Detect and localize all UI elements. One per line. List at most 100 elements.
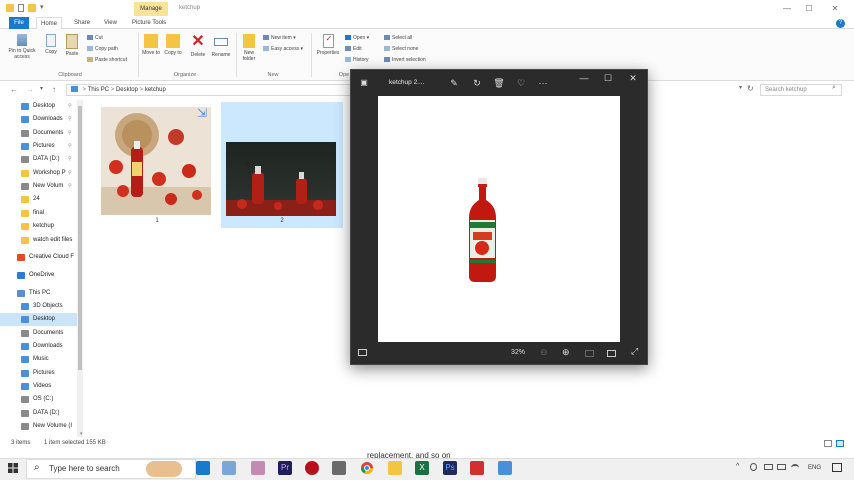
nav-item-this-pc-child[interactable]: OS (C:) (0, 393, 80, 406)
nav-item-this-pc-child[interactable]: Downloads (0, 340, 80, 353)
nav-item-quick-access[interactable]: DATA (D:) ⚲ (0, 153, 80, 166)
photos-app-icon[interactable]: ▣ (358, 77, 370, 89)
language-indicator[interactable]: ENG (808, 465, 821, 471)
battery-icon[interactable] (777, 464, 786, 470)
show-hidden-icons-icon[interactable]: ^ (736, 463, 739, 470)
file-item-selected[interactable]: 2 (221, 102, 343, 228)
nav-item-this-pc-child[interactable]: Pictures (0, 367, 80, 380)
photoshop-icon[interactable]: Ps (443, 461, 457, 475)
pin-quick-access-button[interactable]: Pin to Quick access (4, 34, 40, 60)
copy-button[interactable]: Copy (42, 34, 60, 55)
search-input[interactable]: Search ketchup (760, 84, 842, 96)
tab-share[interactable]: Share (70, 17, 94, 29)
new-folder-quick-icon[interactable] (28, 4, 36, 12)
tray-app-icon[interactable] (764, 464, 773, 470)
large-icons-view-icon[interactable] (836, 440, 844, 447)
nav-item-quick-access[interactable]: Pictures ⚲ (0, 140, 80, 153)
nav-item-this-pc-child[interactable]: DATA (D:) (0, 407, 80, 420)
move-to-button[interactable]: Move to (141, 34, 161, 56)
photos-icon[interactable] (498, 461, 512, 475)
address-dropdown-icon[interactable]: ▾ (739, 84, 742, 91)
properties-button[interactable]: ✓ Properties (314, 34, 342, 56)
more-options-icon[interactable]: ··· (537, 77, 549, 89)
wifi-icon[interactable] (791, 464, 799, 470)
properties-quick-icon[interactable] (18, 4, 24, 12)
tab-picture-tools[interactable]: Picture Tools (128, 17, 170, 29)
nav-item-this-pc-child[interactable]: Music (0, 353, 80, 366)
app-icon[interactable] (222, 461, 236, 475)
viewer-maximize-button[interactable]: ☐ (602, 72, 614, 84)
select-none-button[interactable]: Select none (384, 46, 418, 52)
nav-item-quick-access[interactable]: ketchup (0, 220, 80, 233)
paste-button[interactable]: Paste (62, 34, 82, 57)
tab-home[interactable]: Home (36, 17, 63, 29)
breadcrumb-ketchup[interactable]: ketchup (145, 87, 166, 93)
rename-button[interactable]: Rename (209, 34, 233, 58)
fit-window-icon[interactable] (607, 350, 616, 357)
address-bar[interactable]: > This PC > Desktop > ketchup (66, 84, 352, 96)
nav-item-onedrive[interactable]: OneDrive (0, 269, 80, 282)
excel-icon[interactable]: X (415, 461, 429, 475)
nav-item-quick-access[interactable]: Workshop P ⚲ (0, 167, 80, 180)
history-button[interactable]: History (345, 57, 369, 63)
new-item-button[interactable]: New item ▾ (263, 35, 296, 41)
edge-icon[interactable] (196, 461, 210, 475)
invert-selection-button[interactable]: Invert selection (384, 57, 426, 63)
customize-toolbar-icon[interactable]: ▾ (40, 3, 44, 11)
nav-item-creative-cloud[interactable]: Creative Cloud F (0, 251, 80, 264)
actual-size-icon[interactable] (585, 350, 594, 357)
manage-tab[interactable]: Manage (134, 2, 168, 16)
notifications-icon[interactable] (832, 463, 842, 472)
up-icon[interactable]: ↑ (52, 85, 56, 94)
delete-icon[interactable]: 🗑 (493, 77, 505, 89)
maximize-button[interactable]: ☐ (802, 3, 816, 15)
acrobat-icon[interactable] (470, 461, 484, 475)
chrome-icon[interactable] (360, 461, 374, 475)
delete-button[interactable]: ✕ Delete (188, 34, 208, 59)
nav-item-this-pc-child[interactable]: Documents (0, 327, 80, 340)
filmstrip-icon[interactable] (358, 349, 367, 356)
tab-view[interactable]: View (100, 17, 121, 29)
recorder-icon[interactable] (305, 461, 319, 475)
nav-item-quick-access[interactable]: Documents ⚲ (0, 127, 80, 140)
scroll-down-icon[interactable]: ▾ (80, 431, 88, 438)
nav-item-this-pc-child[interactable]: New Volume (I (0, 420, 80, 433)
copy-to-button[interactable]: Copy to (163, 34, 183, 56)
nav-item-this-pc-child[interactable]: Desktop (0, 313, 80, 327)
rotate-icon[interactable]: ↻ (471, 77, 483, 89)
recent-locations-icon[interactable]: ▾ (40, 85, 43, 92)
copy-path-button[interactable]: Copy path (87, 46, 118, 52)
help-icon[interactable]: ? (836, 19, 845, 28)
back-icon[interactable]: ← (10, 85, 18, 94)
tab-file[interactable]: File (9, 17, 29, 29)
nav-item-quick-access[interactable]: Downloads ⚲ (0, 113, 80, 126)
refresh-icon[interactable]: ↻ (747, 84, 754, 93)
premiere-pro-icon[interactable]: Pr (278, 461, 292, 475)
minimize-button[interactable]: — (780, 3, 794, 15)
nav-item-quick-access[interactable]: New Volum ⚲ (0, 180, 80, 193)
close-button[interactable]: ✕ (828, 3, 842, 15)
open-button[interactable]: Open ▾ (345, 35, 369, 41)
breadcrumb-desktop[interactable]: Desktop (116, 87, 138, 93)
details-view-icon[interactable] (824, 440, 832, 447)
tray-app-icon[interactable] (750, 463, 757, 471)
nav-item-quick-access[interactable]: Desktop ⚲ (0, 100, 80, 113)
nav-item-quick-access[interactable]: final (0, 207, 80, 220)
nav-item-this-pc-child[interactable]: Videos (0, 380, 80, 393)
cut-button[interactable]: Cut (87, 35, 103, 41)
favorite-heart-icon[interactable]: ♡ (515, 77, 527, 89)
nav-item-this-pc-child[interactable]: 3D Objects (0, 300, 80, 313)
nav-item-this-pc[interactable]: This PC (0, 287, 80, 300)
nav-item-quick-access[interactable]: watch edit files (0, 234, 80, 247)
app-icon[interactable] (332, 461, 346, 475)
forward-icon[interactable]: → (26, 85, 34, 94)
nav-scrollbar-thumb[interactable] (78, 106, 82, 370)
fullscreen-icon[interactable]: ⤢ (631, 346, 638, 357)
new-folder-button[interactable]: New folder (238, 34, 260, 62)
edit-image-icon[interactable]: ✎ (448, 77, 460, 89)
viewer-minimize-button[interactable]: — (578, 72, 590, 84)
breadcrumb-this-pc[interactable]: This PC (88, 87, 109, 93)
easy-access-button[interactable]: Easy access ▾ (263, 46, 303, 52)
zoom-out-icon[interactable]: ⊖ (540, 347, 548, 358)
file-item[interactable]: ⇲ 1 (96, 102, 218, 228)
